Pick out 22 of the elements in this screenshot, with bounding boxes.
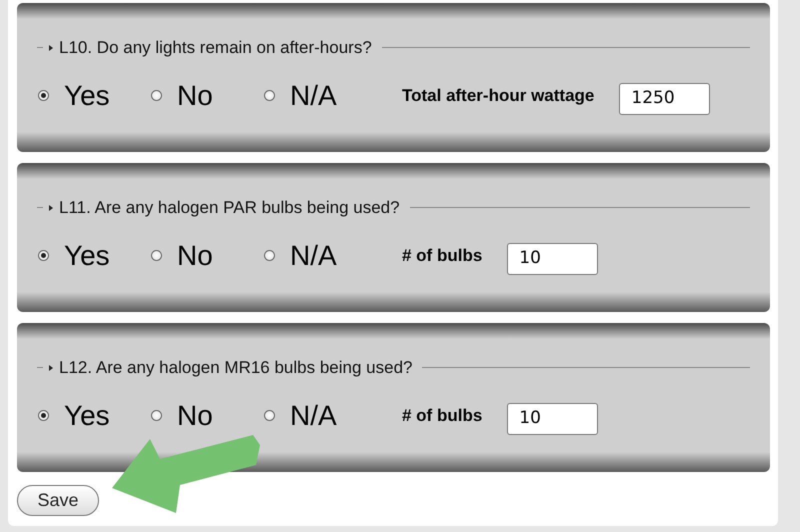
triangle-icon: [49, 44, 53, 51]
field-label: # of bulbs: [402, 244, 482, 267]
radio-button[interactable]: [38, 250, 49, 261]
question-legend: L10. Do any lights remain on after-hours?: [59, 35, 372, 60]
radio-button[interactable]: [264, 410, 275, 421]
input-field[interactable]: 1250: [619, 82, 710, 114]
save-button[interactable]: Save: [17, 485, 99, 516]
input-field[interactable]: 10: [507, 242, 598, 274]
field-label: # of bulbs: [402, 404, 482, 427]
radio-button[interactable]: [151, 250, 162, 261]
radio-button[interactable]: [38, 90, 49, 101]
triangle-icon: [49, 364, 53, 371]
radio-button[interactable]: [264, 90, 275, 101]
question-legend: L12. Are any halogen MR16 bulbs being used?: [59, 355, 412, 380]
radio-button[interactable]: [151, 90, 162, 101]
field-label: Total after-hour wattage: [402, 84, 594, 107]
input-field[interactable]: 10: [507, 402, 598, 434]
radio-button[interactable]: [151, 410, 162, 421]
question-legend: L11. Are any halogen PAR bulbs being used?: [59, 195, 400, 220]
radio-button[interactable]: [264, 250, 275, 261]
radio-button[interactable]: [38, 410, 49, 421]
triangle-icon: [49, 204, 53, 211]
